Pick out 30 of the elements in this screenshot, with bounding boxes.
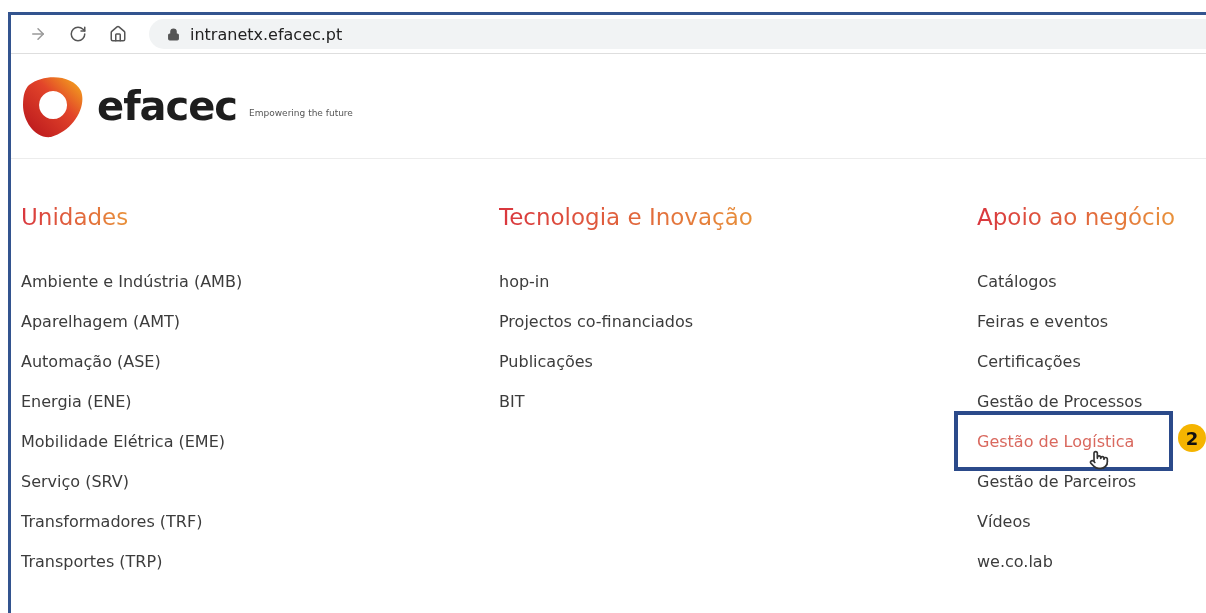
menu-link[interactable]: Projectos co-financiados (499, 311, 694, 331)
forward-icon[interactable] (29, 25, 47, 43)
menu-link[interactable]: Automação (ASE) (21, 351, 161, 371)
menu-link[interactable]: Transportes (TRP) (21, 551, 163, 571)
menu-link[interactable]: Gestão de Parceiros (977, 471, 1136, 491)
step-badge: 2 (1178, 424, 1206, 452)
logo-text: efacec (97, 83, 238, 129)
menu-link[interactable]: Gestão de Logística (977, 431, 1135, 451)
hand-cursor-icon (1089, 450, 1109, 470)
menu-link[interactable]: Transformadores (TRF) (21, 511, 203, 531)
menu-link[interactable]: Aparelhagem (AMT) (21, 311, 181, 331)
menu-link[interactable]: Mobilidade Elétrica (EME) (21, 431, 226, 451)
menu-link[interactable]: Serviço (SRV) (21, 471, 129, 491)
menu-link[interactable]: Catálogos (977, 271, 1057, 291)
menu-link[interactable]: BIT (499, 391, 525, 411)
lock-icon (167, 27, 180, 41)
menu-link[interactable]: Publicações (499, 351, 593, 371)
menu-link[interactable]: Vídeos (977, 511, 1031, 531)
menu-link[interactable]: Gestão de Processos (977, 391, 1143, 411)
reload-icon[interactable] (69, 25, 87, 43)
menu-link[interactable]: we.co.lab (977, 551, 1053, 571)
address-bar[interactable]: intranetx.efacec.pt (149, 19, 1206, 49)
menu-link[interactable]: Certificações (977, 351, 1081, 371)
tagline: Empowering the future (249, 108, 353, 118)
home-icon[interactable] (109, 25, 127, 43)
menu-link[interactable]: Ambiente e Indústria (AMB) (21, 271, 243, 291)
menu-link[interactable]: Feiras e eventos (977, 311, 1109, 331)
menu-link[interactable]: hop-in (499, 271, 550, 291)
url-text: intranetx.efacec.pt (190, 24, 343, 44)
menu-link[interactable]: Energia (ENE) (21, 391, 132, 411)
